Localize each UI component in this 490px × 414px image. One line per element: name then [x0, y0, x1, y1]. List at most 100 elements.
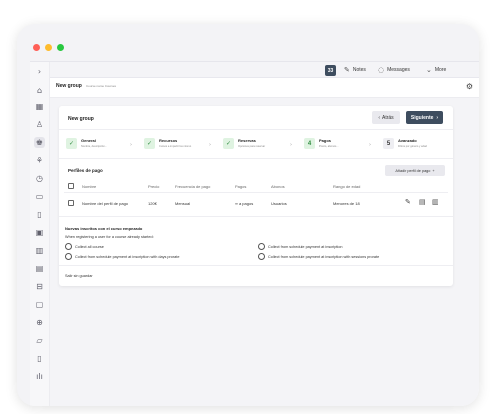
divider — [59, 129, 453, 130]
add-label: Añadir perfil de pago — [395, 168, 431, 173]
book-icon[interactable]: ▢ — [34, 299, 45, 310]
chevron-right-icon: › — [209, 142, 211, 148]
close-window-button[interactable] — [33, 44, 40, 51]
app-window: › ⌂ ▦ ♙ ♚ ⚘ ◷ ▭ ▯ ▣ ▥ ▤ ⊟ ▢ ⊕ ▱ ▯ ılı 33… — [30, 61, 479, 406]
sidebar: › ⌂ ▦ ♙ ♚ ⚘ ◷ ▭ ▯ ▣ ▥ ▤ ⊟ ▢ ⊕ ▱ ▯ ılı — [30, 62, 50, 406]
step-description: Nombre, descripción... — [81, 145, 107, 148]
step-description: Opciones para reservar — [238, 145, 266, 148]
step-reservas[interactable]: ✓ Reservas Opciones para reservar — [223, 138, 265, 149]
step-description: Filtros por género y edad — [398, 145, 427, 148]
calendar-icon[interactable]: ▦ — [34, 101, 45, 112]
messages-label: Messages — [387, 67, 410, 73]
step-avanzado[interactable]: 5 Avanzado Filtros por género y edad — [383, 138, 427, 149]
breadcrumb-path[interactable]: Course name Courses — [86, 84, 116, 88]
radio-label: Collect from schedule payment at inscrip… — [75, 254, 180, 259]
chevron-left-icon: ‹ — [378, 114, 380, 121]
step-number: 5 — [383, 138, 394, 149]
next-button[interactable]: Siguiente › — [406, 111, 443, 124]
step-number: 4 — [304, 138, 315, 149]
divider — [64, 192, 448, 193]
home-icon[interactable]: ⌂ — [34, 85, 45, 96]
maximize-window-button[interactable] — [57, 44, 64, 51]
report-icon[interactable]: ▤ — [34, 263, 45, 274]
breadcrumb: New group Course name Courses ⚙ — [50, 78, 479, 98]
chevron-right-icon[interactable]: › — [34, 66, 45, 77]
notification-badge[interactable]: 33 — [325, 65, 336, 76]
more-menu[interactable]: ⌄ More — [426, 66, 446, 74]
trash-icon[interactable]: ▥ — [432, 198, 439, 206]
browser-window: › ⌂ ▦ ♙ ♚ ⚘ ◷ ▭ ▯ ▣ ▥ ▤ ⊟ ▢ ⊕ ▱ ▯ ılı 33… — [17, 24, 479, 406]
radio-option[interactable]: Collect from schedule payment at inscrip… — [258, 253, 379, 260]
column-header[interactable]: Abonos — [271, 184, 285, 189]
main-content: New group ‹ Atrás Siguiente › ✓ General … — [50, 98, 479, 406]
divider — [59, 216, 453, 217]
step-title: General — [81, 138, 96, 143]
next-label: Siguiente — [410, 114, 434, 121]
select-all-checkbox[interactable] — [68, 183, 74, 189]
document-icon[interactable]: ▤ — [419, 198, 426, 206]
section-title: Nuevas inscritos con el curso empezado — [65, 226, 143, 231]
back-button[interactable]: ‹ Atrás — [372, 111, 400, 124]
step-recursos[interactable]: ✓ Recursos Cursos a impartir los mismo — [144, 138, 191, 149]
messages-link[interactable]: ◌ Messages — [378, 66, 410, 74]
page-title: New group — [56, 83, 82, 89]
plus-icon: + — [432, 168, 435, 173]
radio-label: Collect all course — [75, 244, 104, 249]
table-cell: Usuarios — [271, 201, 287, 206]
column-header[interactable]: Rango de edad — [333, 184, 360, 189]
radio-option[interactable]: Collect all course — [65, 243, 104, 250]
row-checkbox[interactable] — [68, 200, 74, 206]
gear-icon[interactable]: ⚙ — [466, 82, 473, 91]
notes-label: Notes — [352, 67, 366, 73]
clock-icon[interactable]: ◷ — [34, 173, 45, 184]
radio-label: Collect from schedule payment at inscrip… — [268, 254, 380, 259]
step-general[interactable]: ✓ General Nombre, descripción... — [66, 138, 107, 149]
radio-button[interactable] — [65, 243, 72, 250]
clipboard-icon[interactable]: ▯ — [34, 353, 45, 364]
chevron-right-icon: › — [369, 142, 371, 148]
school-icon[interactable]: ⚘ — [34, 155, 45, 166]
chat-icon: ◌ — [378, 66, 385, 74]
column-header[interactable]: Precio — [148, 184, 159, 189]
column-header[interactable]: Nombre — [82, 184, 96, 189]
file-icon[interactable]: ▱ — [34, 335, 45, 346]
table-cell: ∞ a pagos — [235, 201, 254, 206]
window-controls — [33, 44, 64, 51]
chevron-right-icon: › — [436, 114, 439, 121]
table-cell: Menores de 18 — [333, 201, 360, 206]
table-cell: Mensual — [175, 201, 191, 206]
edit-icon[interactable]: ✎ — [405, 198, 411, 206]
chart-icon[interactable]: ▥ — [34, 245, 45, 256]
step-description: Cursos a impartir los mismo — [159, 145, 192, 148]
chevron-right-icon: › — [130, 142, 132, 148]
lock-icon[interactable]: ⊕ — [34, 317, 45, 328]
car-icon[interactable]: ⊟ — [34, 281, 45, 292]
table-cell: 120€ — [148, 201, 157, 206]
minimize-window-button[interactable] — [45, 44, 52, 51]
document-icon[interactable]: ▯ — [34, 209, 45, 220]
radio-button[interactable] — [258, 253, 265, 260]
step-pagos[interactable]: 4 Pagos Precio, abonos... — [304, 138, 338, 149]
group-icon[interactable]: ♚ — [34, 137, 45, 148]
table-cell: Nombre del perfil de pago — [82, 201, 129, 206]
folder-icon[interactable]: ▭ — [34, 191, 45, 202]
radio-button[interactable] — [65, 253, 72, 260]
notes-link[interactable]: ✎ Notes — [344, 66, 366, 74]
radio-label: Collect from schedule payment at inscrip… — [268, 244, 343, 249]
radio-option[interactable]: Collect from schedule payment at inscrip… — [258, 243, 343, 250]
column-header[interactable]: Frecuencia de pago — [175, 184, 210, 189]
divider — [59, 158, 453, 159]
step-title: Avanzado — [398, 138, 417, 143]
divider — [59, 265, 453, 266]
wallet-icon[interactable]: ▣ — [34, 227, 45, 238]
radio-button[interactable] — [258, 243, 265, 250]
pencil-icon: ✎ — [344, 66, 350, 74]
add-payment-profile-button[interactable]: Añadir perfil de pago + — [385, 165, 445, 176]
analytics-icon[interactable]: ılı — [34, 371, 45, 382]
users-icon[interactable]: ♙ — [34, 119, 45, 130]
column-header[interactable]: Pagos — [235, 184, 246, 189]
radio-option[interactable]: Collect from schedule payment at inscrip… — [65, 253, 179, 260]
step-title: Reservas — [238, 138, 256, 143]
exit-without-saving-link[interactable]: Salir sin guardar — [65, 274, 93, 278]
section-title: Perfiles de pago — [68, 168, 103, 173]
